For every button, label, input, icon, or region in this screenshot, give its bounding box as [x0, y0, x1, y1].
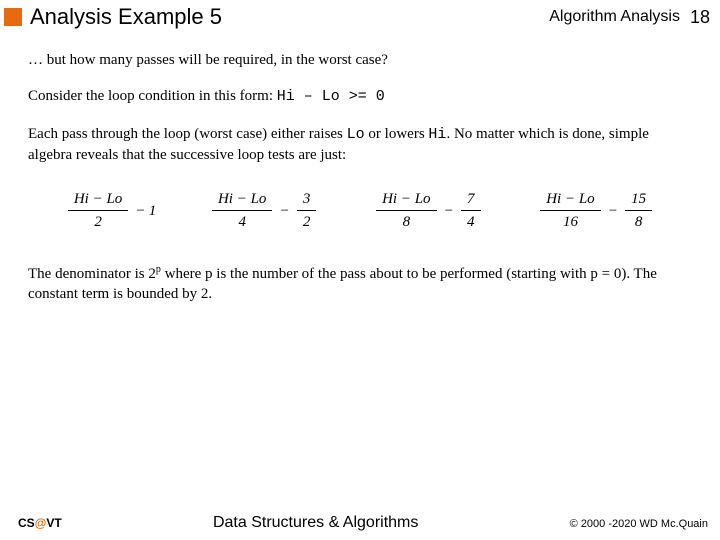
slide-body: … but how many passes will be required, …: [0, 32, 720, 304]
logo-cs: CS: [18, 516, 35, 530]
accent-square-icon: [4, 8, 22, 26]
f1-const: 1: [149, 201, 157, 221]
formula-1: Hi − Lo2 − 1: [64, 189, 156, 233]
paragraph-2: Consider the loop condition in this form…: [28, 86, 692, 107]
f2-cnum: 3: [297, 189, 317, 211]
minus-icon: −: [609, 201, 617, 221]
logo-vt: VT: [46, 516, 61, 530]
p2-code: Hi – Lo >= 0: [277, 88, 385, 105]
footer-copyright: © 2000 -2020 WD Mc.Quain: [570, 518, 708, 530]
paragraph-3: Each pass through the loop (worst case) …: [28, 124, 692, 166]
f4-num: Hi − Lo: [540, 189, 600, 211]
p3-b: or lowers: [365, 126, 429, 142]
footer-logo: CS@VT: [18, 516, 62, 530]
f3-cnum: 7: [461, 189, 481, 211]
slide-topic: Algorithm Analysis: [549, 8, 680, 26]
f4-den: 16: [563, 211, 578, 232]
f4-cnum: 15: [625, 189, 652, 211]
f3-den: 8: [403, 211, 411, 232]
formula-4: Hi − Lo16 − 158: [536, 189, 656, 233]
f3-cden: 4: [467, 211, 475, 232]
formula-row: Hi − Lo2 − 1 Hi − Lo4 − 32 Hi − Lo8 − 74…: [38, 189, 682, 233]
formula-3: Hi − Lo8 − 74: [372, 189, 484, 233]
f3-num: Hi − Lo: [376, 189, 436, 211]
slide-footer: CS@VT Data Structures & Algorithms © 200…: [0, 514, 720, 532]
f1-num: Hi − Lo: [68, 189, 128, 211]
p3-a: Each pass through the loop (worst case) …: [28, 126, 347, 142]
footer-course: Data Structures & Algorithms: [62, 514, 570, 532]
minus-icon: −: [136, 201, 144, 221]
p3-code1: Lo: [347, 126, 365, 143]
f2-cden: 2: [303, 211, 311, 232]
paragraph-1: … but how many passes will be required, …: [28, 50, 692, 70]
f2-num: Hi − Lo: [212, 189, 272, 211]
slide-header: Analysis Example 5 Algorithm Analysis 18: [0, 0, 720, 32]
f2-den: 4: [238, 211, 246, 232]
logo-at: @: [35, 516, 47, 530]
f1-den: 2: [94, 211, 102, 232]
p4-a: The denominator is 2: [28, 266, 156, 282]
formula-2: Hi − Lo4 − 32: [208, 189, 320, 233]
minus-icon: −: [445, 201, 453, 221]
slide-title: Analysis Example 5: [30, 4, 549, 30]
minus-icon: −: [280, 201, 288, 221]
page-number: 18: [690, 7, 710, 28]
p2-text: Consider the loop condition in this form…: [28, 88, 277, 104]
f4-cden: 8: [635, 211, 643, 232]
paragraph-4: The denominator is 2p where p is the num…: [28, 263, 692, 305]
p3-code2: Hi: [428, 126, 446, 143]
